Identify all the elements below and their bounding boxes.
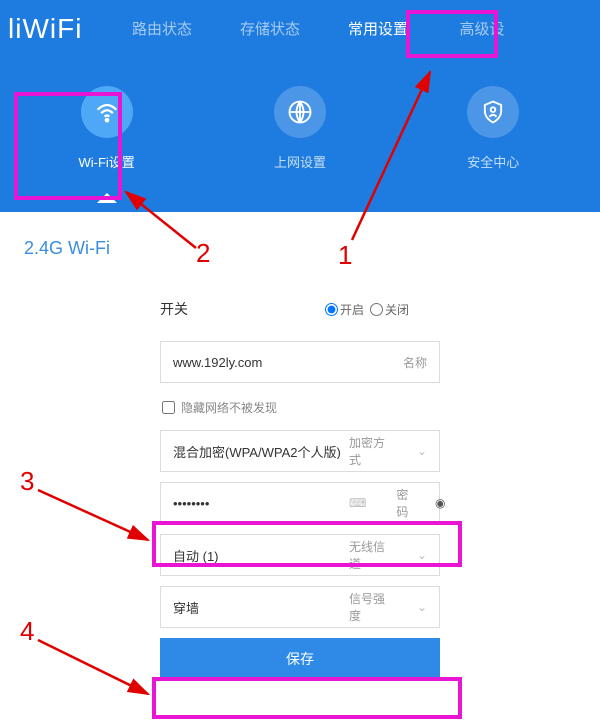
encryption-value[interactable]	[173, 444, 349, 459]
keyboard-icon[interactable]: ⌨	[349, 496, 366, 510]
encryption-field[interactable]: 加密方式 ⌄	[160, 430, 440, 472]
channel-field[interactable]: 无线信道 ⌄	[160, 534, 440, 576]
save-button[interactable]: 保存	[160, 638, 440, 680]
subtab-internet[interactable]: 上网设置	[240, 86, 360, 171]
annotation-box	[152, 677, 462, 719]
channel-suffix: 无线信道	[349, 538, 390, 572]
radio-off[interactable]: 关闭	[370, 301, 409, 318]
logo: liWiFi	[8, 11, 108, 45]
nav-common-settings[interactable]: 常用设置	[324, 0, 432, 56]
shield-icon	[467, 86, 519, 138]
switch-label: 开关	[160, 299, 325, 319]
nav-storage-status[interactable]: 存储状态	[216, 0, 324, 56]
ssid-suffix: 名称	[403, 354, 427, 371]
subtab-wifi[interactable]: Wi-Fi设置	[47, 86, 167, 171]
channel-value[interactable]	[173, 548, 349, 563]
encryption-suffix: 加密方式	[349, 434, 390, 468]
strength-suffix: 信号强度	[349, 590, 390, 624]
hide-ssid-checkbox[interactable]	[162, 401, 175, 414]
subtab-security-label: 安全中心	[467, 152, 519, 171]
nav-router-status[interactable]: 路由状态	[108, 0, 216, 56]
wifi-form: 开关 开启 关闭 名称 隐藏网络不被发现 加密方式 ⌄ ⌨ 密码	[20, 299, 580, 680]
strength-field[interactable]: 信号强度 ⌄	[160, 586, 440, 628]
globe-icon	[274, 86, 326, 138]
password-field[interactable]: ⌨ 密码 ◉	[160, 482, 440, 524]
strength-value[interactable]	[173, 600, 349, 615]
eye-icon[interactable]: ◉	[435, 496, 445, 510]
subtab-wifi-label: Wi-Fi设置	[78, 152, 134, 171]
hide-ssid-label: 隐藏网络不被发现	[181, 399, 277, 416]
chevron-down-icon: ⌄	[417, 548, 427, 562]
password-suffix: 密码	[396, 486, 408, 520]
section-title: 2.4G Wi-Fi	[24, 238, 580, 259]
subtab-internet-label: 上网设置	[274, 152, 326, 171]
radio-on[interactable]: 开启	[325, 301, 364, 318]
chevron-down-icon: ⌄	[417, 600, 427, 614]
password-input[interactable]	[173, 496, 349, 511]
ssid-input[interactable]	[173, 355, 403, 370]
subtab-security[interactable]: 安全中心	[433, 86, 553, 171]
chevron-down-icon: ⌄	[417, 444, 427, 458]
sub-tabs: Wi-Fi设置 上网设置 安全中心	[0, 56, 600, 171]
ssid-field[interactable]: 名称	[160, 341, 440, 383]
wifi-icon	[81, 86, 133, 138]
nav-advanced[interactable]: 高级设	[432, 0, 532, 56]
top-nav: 路由状态 存储状态 常用设置 高级设	[108, 0, 600, 56]
